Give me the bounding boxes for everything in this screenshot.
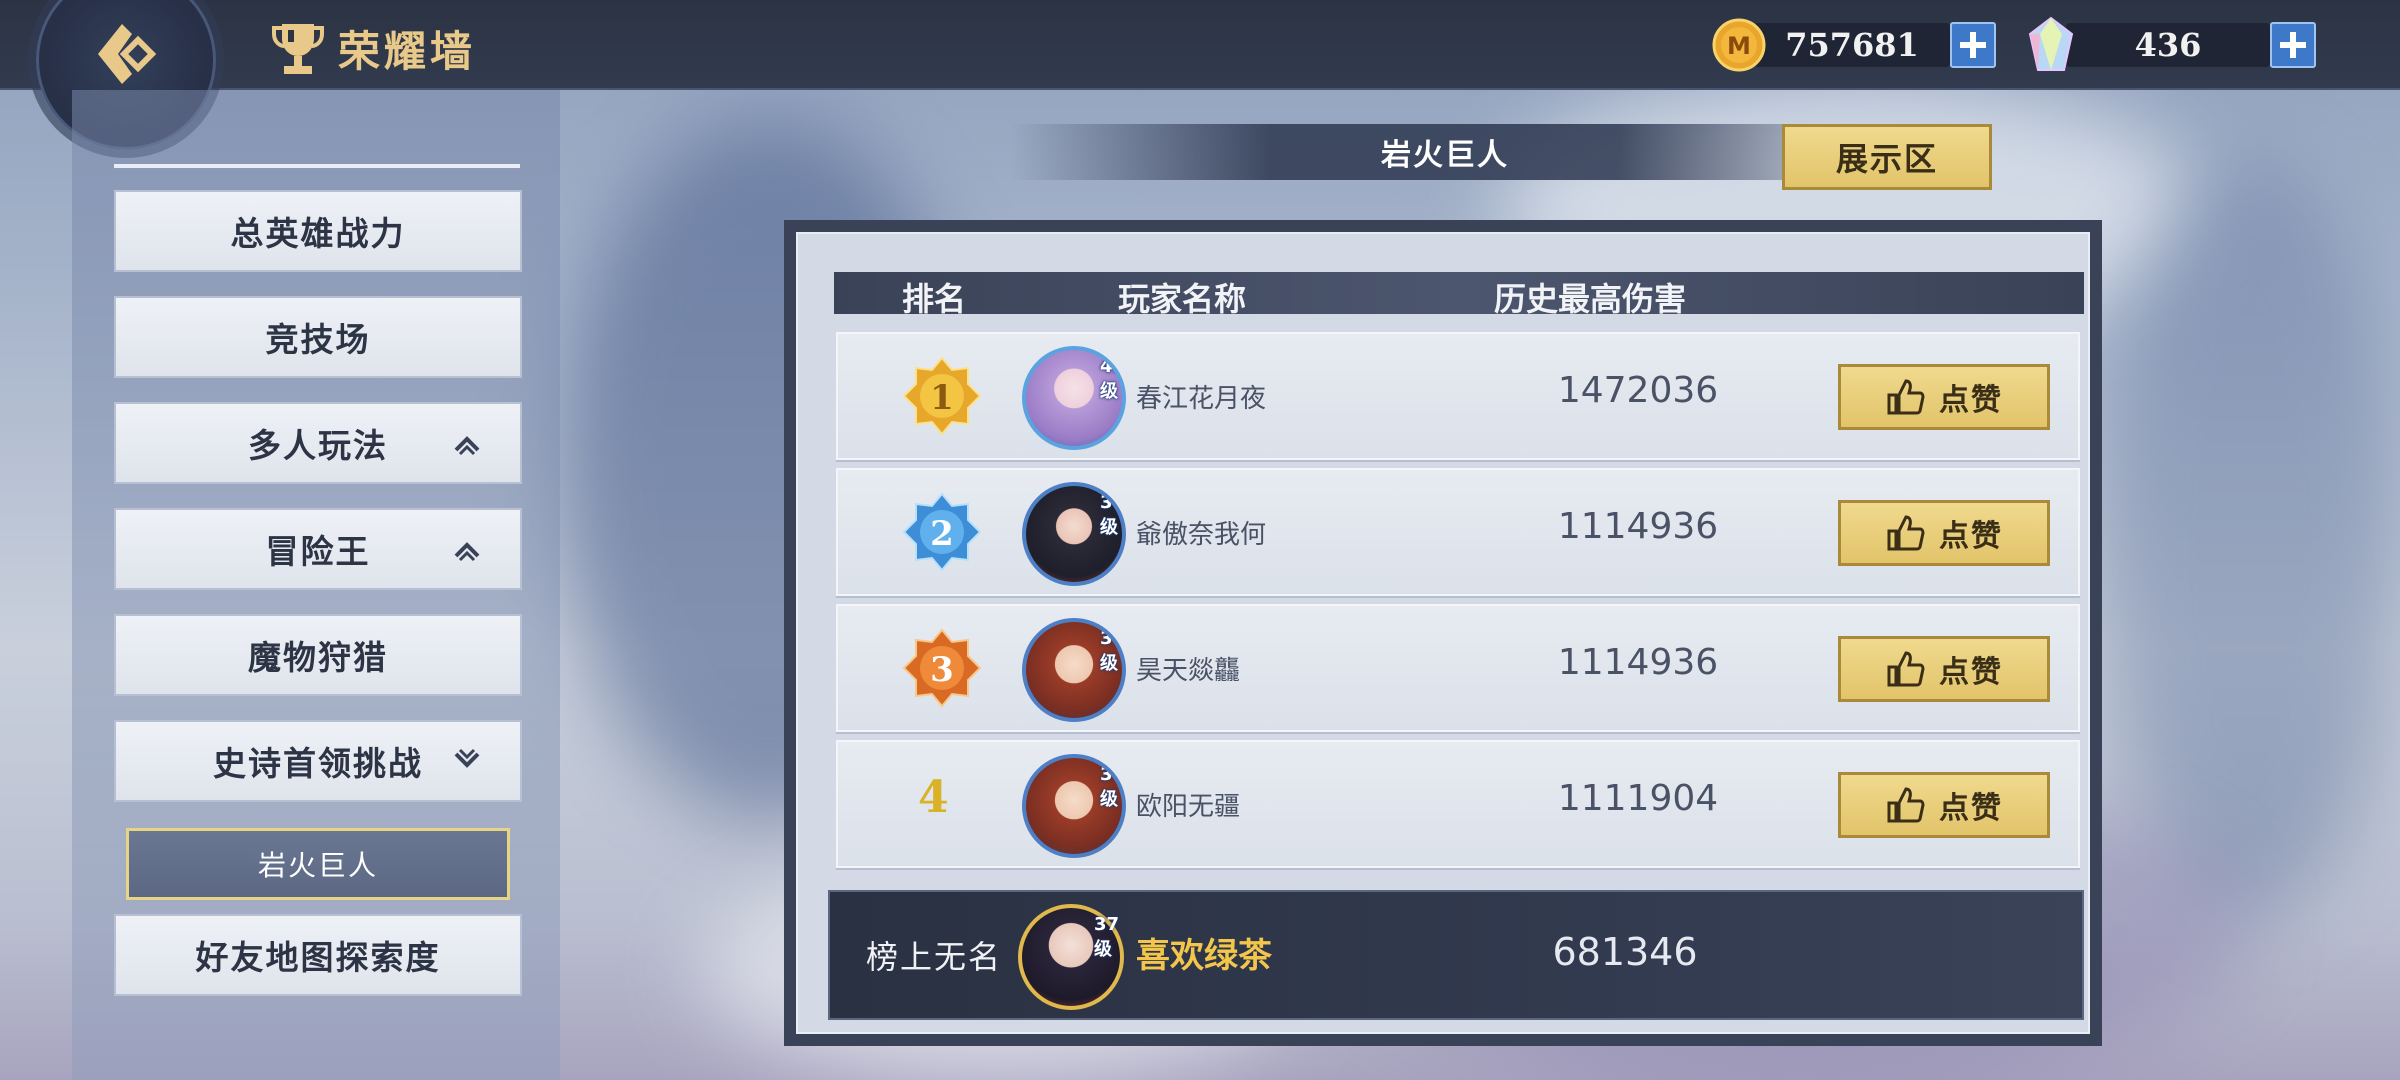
table-row: 1 42级 春江花月夜 1472036 点赞 [836, 332, 2080, 460]
sidebar-item-label: 冒险王 [265, 532, 371, 571]
avatar[interactable]: 42级 [1022, 346, 1126, 450]
chevron-down-icon [454, 748, 480, 768]
add-gem-button[interactable] [2270, 22, 2316, 68]
crystal-icon [2028, 16, 2074, 71]
table-row: 4 37级 欧阳无疆 1111904 点赞 [836, 740, 2080, 868]
sidebar-item-total-hero-power[interactable]: 总英雄战力 [114, 190, 522, 272]
rank-number: 2 [930, 514, 954, 554]
header-rank: 排名 [902, 280, 967, 318]
avatar[interactable]: 37级 [1022, 482, 1126, 586]
sidebar-item-label: 多人玩法 [248, 426, 388, 465]
my-damage-value: 681346 [1552, 930, 1698, 974]
plus-icon [2280, 32, 2306, 58]
bronze-rank-medal-icon: 3 [902, 628, 982, 708]
table-row: 2 37级 爺傲奈我何 1114936 点赞 [836, 468, 2080, 596]
sidebar-item-label: 魔物狩猎 [248, 638, 388, 677]
sidebar-item-adventure-king[interactable]: 冒险王 [114, 508, 522, 590]
thumbs-up-icon [1887, 787, 1925, 823]
player-level: 36级 [1100, 628, 1126, 674]
damage-value: 1472036 [1557, 370, 1719, 411]
boss-name-banner: 岩火巨人 [1010, 124, 1880, 180]
sidebar-item-label: 史诗首领挑战 [213, 744, 423, 783]
top-bar: 荣耀墙 M 757681 436 [0, 0, 2400, 150]
sidebar-item-epic-boss-challenge[interactable]: 史诗首领挑战 [114, 720, 522, 802]
chevron-up-icon [454, 542, 480, 562]
sidebar-item-monster-hunt[interactable]: 魔物狩猎 [114, 614, 522, 696]
chevron-up-icon [454, 436, 480, 456]
rank-number: 3 [930, 650, 954, 690]
my-avatar[interactable]: 37级 [1018, 904, 1124, 1010]
showcase-label: 展示区 [1835, 140, 1938, 178]
trophy-icon [272, 23, 324, 74]
like-button[interactable]: 点赞 [1838, 500, 2050, 566]
add-gold-button[interactable] [1950, 22, 1996, 68]
page-title: 荣耀墙 [338, 27, 477, 76]
my-player-name: 喜欢绿茶 [1136, 936, 1272, 976]
player-level: 37级 [1100, 492, 1126, 538]
gem-amount: 436 [2066, 23, 2270, 67]
sidebar-divider [114, 164, 520, 168]
rank-number: 4 [918, 772, 949, 823]
rank-number: 1 [930, 378, 954, 418]
player-level: 37级 [1100, 764, 1126, 810]
sidebar-item-label: 总英雄战力 [230, 214, 406, 253]
player-name: 春江花月夜 [1136, 384, 1267, 414]
gold-rank-medal-icon: 1 [902, 356, 982, 436]
player-level: 42级 [1100, 356, 1126, 402]
player-level: 37级 [1094, 914, 1120, 960]
sidebar-subitem-selected[interactable]: 岩火巨人 [126, 828, 510, 900]
ranking-panel-inner: 排名 玩家名称 历史最高伤害 1 42级 春江花月夜 1472036 点赞 2 … [796, 232, 2090, 1034]
category-sidebar: 总英雄战力 竞技场 多人玩法 冒险王 魔物狩猎 史诗首领挑战 岩火巨人 好友地图… [72, 90, 560, 1080]
gold-amount: 757681 [1754, 23, 1950, 67]
blue-rank-medal-icon: 2 [902, 492, 982, 572]
player-name: 欧阳无疆 [1136, 792, 1241, 822]
thumbs-up-icon [1887, 515, 1925, 551]
sidebar-subitem-label: 岩火巨人 [257, 849, 378, 882]
gold-currency: M 757681 [1712, 18, 1996, 72]
ranking-header: 排名 玩家名称 历史最高伤害 [834, 272, 2084, 318]
header-player: 玩家名称 [1118, 280, 1247, 318]
player-name: 昊天燚龘 [1136, 656, 1241, 686]
thumbs-up-icon [1887, 379, 1925, 415]
avatar[interactable]: 36级 [1022, 618, 1126, 722]
gem-currency: 436 [2026, 16, 2316, 71]
sidebar-item-multiplayer[interactable]: 多人玩法 [114, 402, 522, 484]
like-label: 点赞 [1939, 383, 2003, 418]
like-button[interactable]: 点赞 [1838, 772, 2050, 838]
damage-value: 1111904 [1557, 778, 1719, 819]
svg-text:M: M [1727, 32, 1751, 60]
back-arrow-icon [98, 24, 157, 84]
plus-icon [1960, 32, 1986, 58]
my-rank-label: 榜上无名 [866, 938, 1003, 976]
like-label: 点赞 [1939, 519, 2003, 554]
like-label: 点赞 [1939, 655, 2003, 690]
sidebar-item-friend-map-exploration[interactable]: 好友地图探索度 [114, 914, 522, 996]
table-row: 3 36级 昊天燚龘 1114936 点赞 [836, 604, 2080, 732]
like-button[interactable]: 点赞 [1838, 364, 2050, 430]
header-damage: 历史最高伤害 [1494, 280, 1687, 318]
my-ranking-row: 榜上无名 37级 喜欢绿茶 681346 [828, 890, 2084, 1020]
player-name: 爺傲奈我何 [1136, 520, 1267, 550]
gold-coin-icon: M [1712, 18, 1766, 72]
like-label: 点赞 [1939, 791, 2003, 826]
sidebar-item-label: 好友地图探索度 [195, 938, 441, 977]
thumbs-up-icon [1887, 651, 1925, 687]
showcase-button[interactable]: 展示区 [1782, 124, 1992, 190]
boss-name: 岩火巨人 [1381, 138, 1509, 173]
damage-value: 1114936 [1557, 506, 1719, 547]
sidebar-item-arena[interactable]: 竞技场 [114, 296, 522, 378]
sidebar-item-label: 竞技场 [265, 320, 371, 359]
damage-value: 1114936 [1557, 642, 1719, 683]
back-button[interactable] [92, 18, 164, 90]
avatar[interactable]: 37级 [1022, 754, 1126, 858]
ranking-panel: 排名 玩家名称 历史最高伤害 1 42级 春江花月夜 1472036 点赞 2 … [784, 220, 2102, 1046]
like-button[interactable]: 点赞 [1838, 636, 2050, 702]
